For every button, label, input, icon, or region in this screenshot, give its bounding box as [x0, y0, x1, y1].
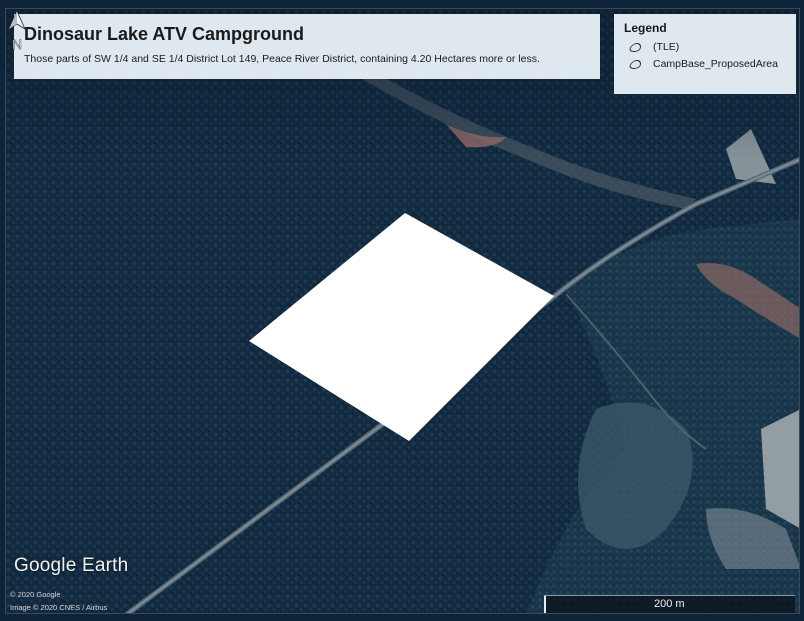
- polygon-outline-icon: [628, 42, 643, 52]
- map-subtitle: Those parts of SW 1/4 and SE 1/4 Distric…: [24, 53, 540, 65]
- copyright-text: © 2020 Google: [10, 590, 61, 599]
- imagery-credit: Image © 2020 CNES / Airbus: [10, 603, 108, 612]
- title-panel: Dinosaur Lake ATV Campground Those parts…: [14, 14, 600, 79]
- satellite-imagery: [6, 9, 799, 613]
- map-view[interactable]: Dinosaur Lake ATV Campground Those parts…: [5, 8, 800, 614]
- legend-title: Legend: [624, 21, 667, 35]
- scale-bar: 200 m: [544, 595, 795, 613]
- legend-item-label: CampBase_ProposedArea: [653, 58, 778, 70]
- legend-item-tle: (TLE): [624, 41, 786, 53]
- north-arrow-icon: N: [8, 10, 26, 52]
- polygon-outline-icon: [628, 59, 643, 69]
- map-title: Dinosaur Lake ATV Campground: [24, 24, 305, 44]
- legend-panel: Legend (TLE) CampBase_ProposedArea: [614, 14, 796, 94]
- google-earth-logo: Google Earth: [14, 555, 129, 576]
- north-letter: N: [12, 36, 22, 52]
- legend-item-label: (TLE): [653, 41, 680, 53]
- scale-label: 200 m: [654, 598, 685, 610]
- scale-tick: [544, 596, 546, 613]
- legend-item-campbase: CampBase_ProposedArea: [624, 58, 786, 70]
